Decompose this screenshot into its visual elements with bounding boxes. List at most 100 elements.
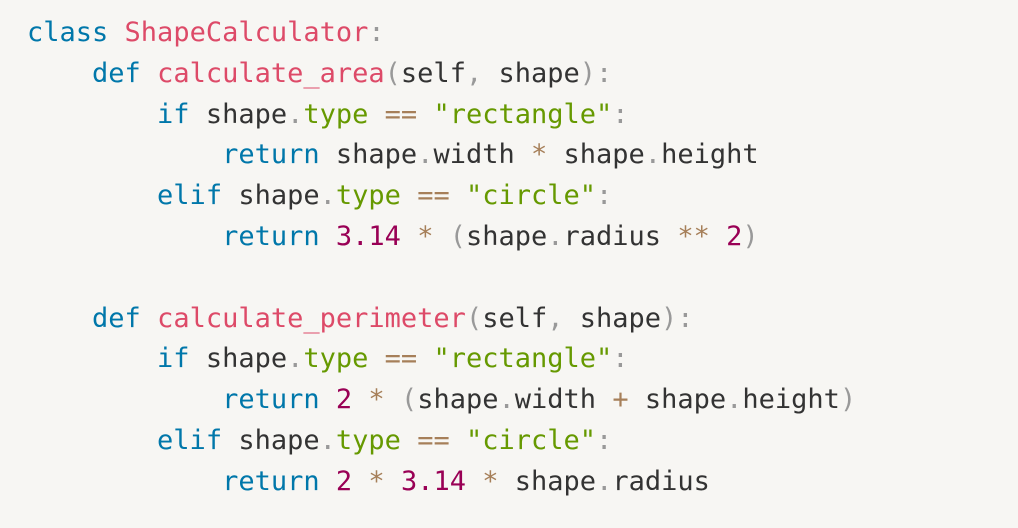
keyword-token: if [157, 343, 190, 375]
identifier-token [368, 343, 384, 374]
code-line: def calculate_area(self, shape): [27, 54, 1018, 95]
identifier-token [352, 466, 368, 497]
code-line: class ShapeCalculator: [27, 13, 1018, 54]
identifier-token: shape [547, 139, 645, 171]
keyword-token: return [222, 465, 320, 497]
punctuation-token: : [612, 98, 629, 130]
number-token: 2 [335, 465, 353, 497]
identifier-token: width [433, 139, 515, 171]
identifier-token [141, 58, 157, 89]
identifier-token: shape [628, 384, 727, 416]
punctuation-token: . [287, 98, 304, 130]
function-name-token: calculate_area [157, 57, 385, 89]
identifier-token [368, 99, 384, 130]
identifier-token [596, 384, 612, 415]
identifier-token [320, 384, 336, 415]
identifier-token [108, 17, 124, 48]
identifier-token [417, 99, 433, 130]
keyword-token: def [92, 302, 141, 334]
attribute-token: type [303, 98, 369, 130]
identifier-token [515, 139, 531, 170]
punctuation-token: . [319, 180, 336, 212]
keyword-token: return [222, 384, 320, 416]
code-line: return shape.width * shape.height [27, 135, 1018, 176]
punctuation-token: , [547, 302, 564, 334]
operator-token: * [368, 465, 385, 497]
punctuation-token: ) [742, 220, 759, 252]
identifier-token [27, 343, 157, 374]
operator-token: == [384, 343, 418, 375]
identifier-token: shape [563, 302, 662, 334]
identifier-token: shape [189, 98, 288, 130]
punctuation-token: . [287, 343, 304, 375]
identifier-token: shape [482, 57, 580, 89]
identifier-token [401, 221, 417, 252]
operator-token: == [384, 98, 418, 130]
identifier-token: shape [222, 180, 320, 212]
code-line: return 3.14 * (shape.radius ** 2) [27, 217, 1018, 258]
punctuation-token: . [319, 424, 336, 456]
identifier-token [450, 425, 466, 456]
function-name-token: calculate_perimeter [157, 302, 466, 334]
code-line: return 2 * (shape.width + shape.height) [27, 380, 1018, 421]
string-token: "circle" [465, 180, 597, 212]
punctuation-token: . [547, 220, 564, 252]
identifier-token: self [482, 302, 548, 334]
identifier-token: shape [417, 384, 499, 416]
identifier-token [141, 303, 157, 334]
punctuation-token: . [417, 139, 434, 171]
identifier-token: height [742, 384, 840, 416]
identifier-token [27, 58, 92, 89]
string-token: "rectangle" [433, 343, 613, 375]
keyword-token: class [27, 17, 109, 48]
punctuation-token: . [644, 139, 662, 171]
punctuation-token: ): [579, 57, 613, 89]
code-line: elif shape.type == "circle": [27, 421, 1018, 462]
identifier-token [710, 221, 726, 252]
punctuation-token: : [612, 343, 629, 375]
operator-token: + [612, 384, 629, 416]
attribute-token: type [335, 180, 401, 212]
keyword-token: elif [157, 180, 223, 212]
keyword-token: elif [157, 424, 223, 456]
identifier-token [27, 99, 157, 130]
code-line: return 2 * 3.14 * shape.radius [27, 462, 1018, 503]
operator-token: == [417, 180, 450, 212]
identifier-token [401, 180, 417, 211]
punctuation-token: . [596, 465, 613, 497]
number-token: 2 [726, 220, 743, 252]
punctuation-token: ( [384, 57, 401, 89]
identifier-token [385, 466, 401, 497]
string-token: "circle" [465, 424, 597, 456]
code-line: if shape.type == "rectangle": [27, 95, 1018, 136]
identifier-token [320, 221, 336, 252]
identifier-token [27, 221, 222, 252]
number-token: 3.14 [400, 465, 466, 497]
identifier-token [401, 425, 417, 456]
punctuation-token: : [596, 180, 613, 212]
punctuation-token: , [465, 57, 483, 89]
identifier-token [27, 466, 222, 497]
identifier-token [320, 466, 336, 497]
string-token: "rectangle" [433, 98, 613, 130]
identifier-token: shape [498, 465, 597, 497]
identifier-token [385, 384, 401, 415]
keyword-token: return [222, 139, 320, 171]
operator-token: == [417, 424, 450, 456]
identifier-token: shape [222, 424, 320, 456]
identifier-token: height [661, 139, 759, 171]
punctuation-token: ( [465, 302, 483, 334]
operator-token: * [417, 220, 434, 252]
identifier-token [417, 343, 433, 374]
operator-token: ** [677, 220, 710, 252]
keyword-token: def [92, 57, 141, 89]
identifier-token [661, 221, 677, 252]
identifier-token [27, 425, 157, 456]
identifier-token: shape [319, 139, 418, 171]
code-block: class ShapeCalculator: def calculate_are… [0, 0, 1018, 528]
operator-token: * [530, 139, 548, 171]
identifier-token: radius [612, 465, 710, 497]
punctuation-token: ): [661, 302, 694, 334]
punctuation-token: . [498, 384, 515, 416]
